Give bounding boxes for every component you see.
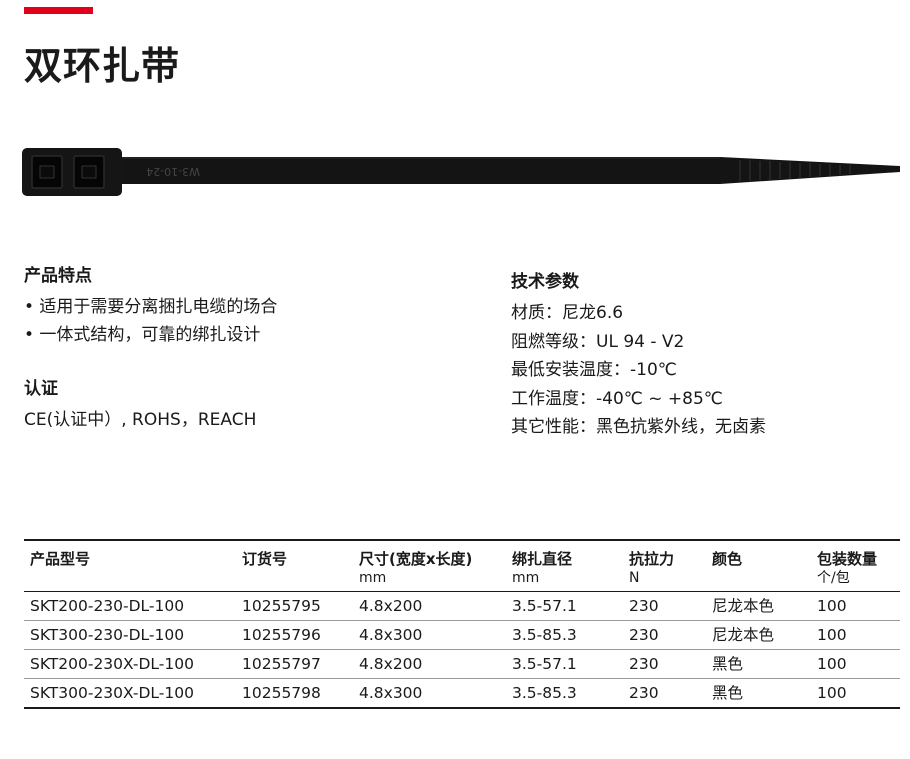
page-title: 双环扎带 <box>24 44 181 88</box>
table-row: SKT200-230-DL-100 10255795 4.8x200 3.5-5… <box>24 592 900 621</box>
column-header-order-no: 订货号 <box>242 550 288 568</box>
table-cell: 10255798 <box>242 684 321 702</box>
table-cell: 100 <box>817 655 847 673</box>
tie-imprint: W3-10-24 <box>146 165 200 178</box>
table-cell: 3.5-85.3 <box>512 684 577 702</box>
column-header-pack-qty: 包装数量 个/包 <box>817 550 878 586</box>
table-cell: 4.8x200 <box>359 655 423 673</box>
table-cell: SKT200-230X-DL-100 <box>30 655 194 673</box>
column-header-color: 颜色 <box>712 550 743 568</box>
table-cell: 230 <box>629 626 659 644</box>
table-cell: 100 <box>817 597 847 615</box>
table-cell: SKT200-230-DL-100 <box>30 597 185 615</box>
table-cell: 4.8x300 <box>359 684 423 702</box>
table-cell: 100 <box>817 626 847 644</box>
table-cell: SKT300-230X-DL-100 <box>30 684 194 702</box>
spec-item: 工作温度：-40℃ ~ +85℃ <box>511 388 723 409</box>
column-header-tensile: 抗拉力 N <box>629 550 675 586</box>
specs-section: 技术参数 材质：尼龙6.6 阻燃等级：UL 94 - V2 最低安装温度：-10… <box>511 271 766 442</box>
table-cell: 4.8x200 <box>359 597 423 615</box>
table-row: SKT300-230-DL-100 10255796 4.8x300 3.5-8… <box>24 621 900 650</box>
table-cell: 尼龙本色 <box>712 626 775 644</box>
table-cell: 3.5-57.1 <box>512 597 577 615</box>
specs-heading: 技术参数 <box>511 272 579 292</box>
features-heading: 产品特点 <box>24 266 92 286</box>
table-cell: 230 <box>629 655 659 673</box>
table-cell: 4.8x300 <box>359 626 423 644</box>
column-header-diameter: 绑扎直径 mm <box>512 550 573 586</box>
table-cell: 100 <box>817 684 847 702</box>
table-row: SKT300-230X-DL-100 10255798 4.8x300 3.5-… <box>24 679 900 708</box>
table-cell: 230 <box>629 684 659 702</box>
column-header-size: 尺寸(宽度x长度) mm <box>359 550 473 586</box>
table-cell: 3.5-57.1 <box>512 655 577 673</box>
table-cell: 黑色 <box>712 655 744 673</box>
features-section: 产品特点 • 适用于需要分离捆扎电缆的场合 • 一体式结构，可靠的绑扎设计 <box>24 265 277 349</box>
certification-text: CE(认证中）, ROHS，REACH <box>24 410 257 430</box>
table-row: SKT200-230X-DL-100 10255797 4.8x200 3.5-… <box>24 650 900 679</box>
spec-item: 其它性能：黑色抗紫外线，无卤素 <box>511 417 766 437</box>
spec-item: 材质：尼龙6.6 <box>511 303 624 323</box>
certification-section: 认证 CE(认证中）, ROHS，REACH <box>24 378 256 434</box>
spec-item: 阻燃等级：UL 94 - V2 <box>511 331 685 352</box>
table-cell: 10255796 <box>242 626 321 644</box>
accent-bar <box>24 7 93 14</box>
table-cell: 10255795 <box>242 597 321 615</box>
column-header-model: 产品型号 <box>30 550 91 568</box>
product-table: 产品型号 订货号 尺寸(宽度x长度) mm 绑扎直径 mm 抗拉力 N 颜色 包装数量… <box>24 539 900 709</box>
table-cell: 尼龙本色 <box>712 597 775 615</box>
tie-strap <box>120 157 900 184</box>
table-cell: 黑色 <box>712 684 744 702</box>
table-header-row: 产品型号 订货号 尺寸(宽度x长度) mm 绑扎直径 mm 抗拉力 N 颜色 包装数量… <box>24 540 900 592</box>
table-cell: 10255797 <box>242 655 321 673</box>
certification-heading: 认证 <box>24 379 58 399</box>
feature-item: • 一体式结构，可靠的绑扎设计 <box>24 325 261 345</box>
feature-item: • 适用于需要分离捆扎电缆的场合 <box>24 297 278 317</box>
spec-item: 最低安装温度：-10℃ <box>511 360 677 380</box>
table-cell: 230 <box>629 597 659 615</box>
table-cell: 3.5-85.3 <box>512 626 577 644</box>
table-cell: SKT300-230-DL-100 <box>30 626 185 644</box>
cable-tie-icon: W3-10-24 <box>22 148 900 196</box>
